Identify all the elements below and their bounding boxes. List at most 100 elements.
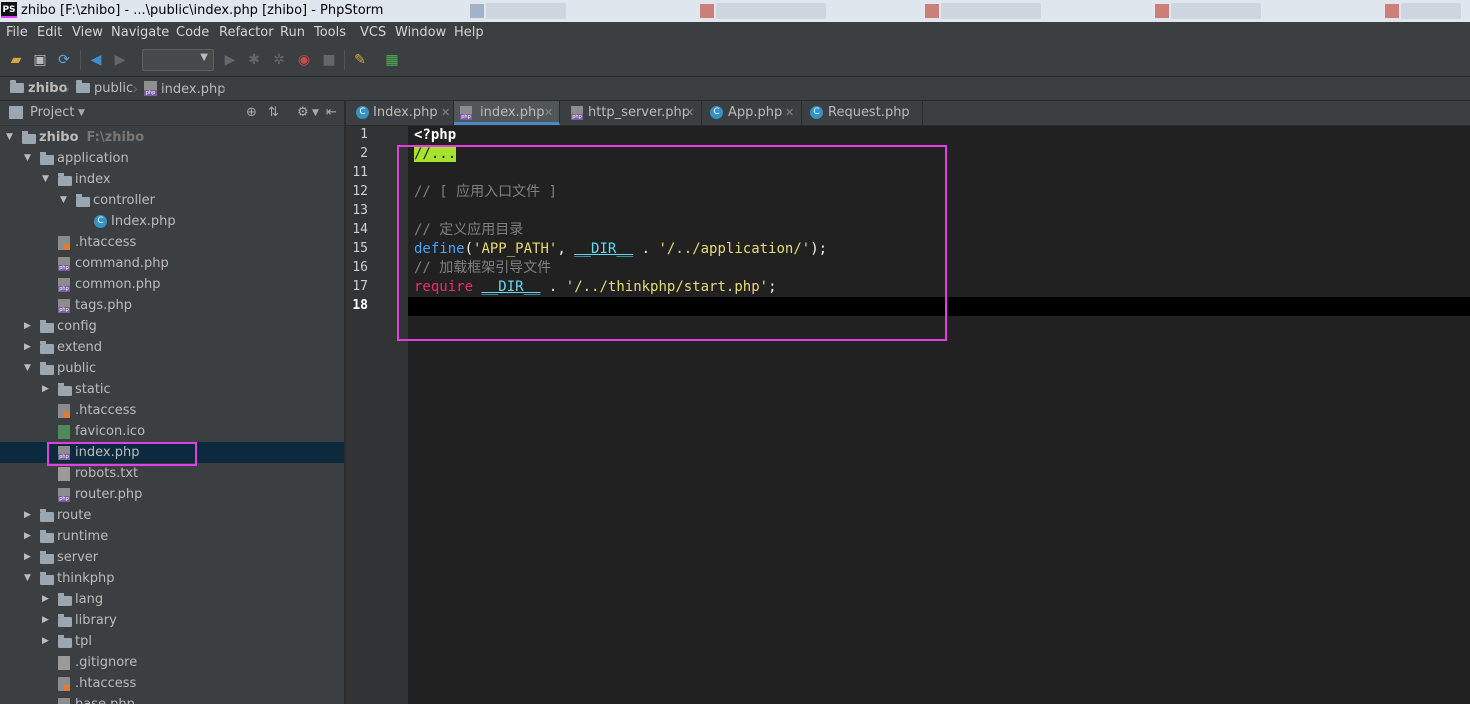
collapse-arrow-icon[interactable]: ▶	[24, 505, 31, 526]
breadcrumb-item-zhibo[interactable]: zhibo	[10, 80, 68, 96]
tree-item[interactable]: ▶ tpl	[0, 631, 344, 652]
folder-icon	[58, 614, 72, 627]
tree-item[interactable]: .htaccess	[0, 232, 344, 253]
tree-item-label: application	[57, 151, 129, 166]
tree-item[interactable]: ▼ thinkphp	[0, 568, 344, 589]
run-icon[interactable]: ▶	[222, 52, 238, 68]
menu-navigate[interactable]: Navigate	[111, 25, 169, 40]
collapse-all-icon[interactable]: ⇅	[268, 105, 279, 120]
folder-icon	[40, 551, 54, 564]
chevron-down-icon[interactable]: ▼	[312, 108, 319, 118]
breadcrumb-item-public[interactable]: public	[76, 80, 133, 96]
tree-item[interactable]: base.php	[0, 694, 344, 704]
menu-vcs[interactable]: VCS	[360, 25, 386, 40]
expand-arrow-icon[interactable]: ▼	[24, 358, 31, 379]
tree-item[interactable]: tags.php	[0, 295, 344, 316]
back-arrow-icon[interactable]: ◀	[88, 52, 104, 68]
chevron-down-icon[interactable]: ▼	[78, 108, 85, 118]
tab-index-public[interactable]: index.php ✕	[454, 101, 560, 125]
collapse-arrow-icon[interactable]: ▶	[42, 589, 49, 610]
locate-file-icon[interactable]: ⊕	[246, 105, 257, 120]
tree-item[interactable]: ▼ zhibo F:\zhibo	[0, 127, 344, 148]
tree-item[interactable]: .htaccess	[0, 400, 344, 421]
collapse-arrow-icon[interactable]: ▶	[24, 337, 31, 358]
hide-panel-icon[interactable]: ⇤	[326, 105, 337, 120]
project-structure-icon[interactable]: ▦	[384, 52, 400, 68]
tree-item[interactable]: ▶ server	[0, 547, 344, 568]
tree-item-label: .htaccess	[75, 403, 137, 418]
close-icon[interactable]: ✕	[544, 101, 553, 125]
menu-tools[interactable]: Tools	[314, 25, 346, 40]
collapse-arrow-icon[interactable]: ▶	[42, 610, 49, 631]
menu-view[interactable]: View	[72, 25, 103, 40]
tree-item[interactable]: common.php	[0, 274, 344, 295]
tree-item[interactable]: favicon.ico	[0, 421, 344, 442]
gear-icon[interactable]: ⚙	[297, 105, 309, 120]
tree-item[interactable]: robots.txt	[0, 463, 344, 484]
menu-run[interactable]: Run	[280, 25, 305, 40]
collapse-arrow-icon[interactable]: ▶	[42, 631, 49, 652]
tree-item[interactable]: ▶ library	[0, 610, 344, 631]
close-icon[interactable]: ✕	[685, 101, 694, 125]
expand-arrow-icon[interactable]: ▼	[24, 148, 31, 169]
tree-item[interactable]: .htaccess	[0, 673, 344, 694]
coverage-icon[interactable]: ✲	[271, 52, 287, 68]
tree-item[interactable]: ▼ index	[0, 169, 344, 190]
tree-item[interactable]: ▶ lang	[0, 589, 344, 610]
class-icon: C	[710, 106, 723, 119]
tab-request[interactable]: C Request.php	[802, 101, 923, 125]
open-folder-icon[interactable]: ▰	[8, 52, 24, 68]
tab-http-server[interactable]: http_server.php ✕	[561, 101, 702, 125]
close-icon[interactable]: ✕	[441, 101, 450, 125]
tree-item[interactable]: ▼ application	[0, 148, 344, 169]
tree-item[interactable]: ▶ static	[0, 379, 344, 400]
tree-item[interactable]: ▼ public	[0, 358, 344, 379]
breadcrumb-item-index-php[interactable]: index.php	[144, 81, 225, 97]
settings-wrench-icon[interactable]: ✎	[352, 52, 368, 68]
tree-item[interactable]: ▶ route	[0, 505, 344, 526]
tree-item[interactable]: .gitignore	[0, 652, 344, 673]
tree-item[interactable]: ▼ controller	[0, 190, 344, 211]
line-number: 11	[352, 165, 368, 180]
tree-item[interactable]: index.php	[0, 442, 344, 463]
run-configuration-select[interactable]: ▼	[142, 49, 214, 71]
stop-icon[interactable]: ■	[321, 52, 337, 68]
tree-item[interactable]: ▶ config	[0, 316, 344, 337]
save-icon[interactable]: ▣	[32, 52, 48, 68]
menu-file[interactable]: File	[6, 25, 28, 40]
folder-icon	[58, 593, 72, 606]
menu-code[interactable]: Code	[176, 25, 209, 40]
background-tab	[1171, 3, 1261, 19]
menu-refactor[interactable]: Refactor	[219, 25, 274, 40]
tree-item[interactable]: command.php	[0, 253, 344, 274]
project-panel-title[interactable]: Project	[30, 105, 74, 120]
expand-arrow-icon[interactable]: ▼	[60, 190, 67, 211]
debug-icon[interactable]: ✱	[246, 52, 262, 68]
collapse-arrow-icon[interactable]: ▶	[42, 379, 49, 400]
collapse-arrow-icon[interactable]: ▶	[24, 316, 31, 337]
collapse-arrow-icon[interactable]: ▶	[24, 547, 31, 568]
tab-index-controller[interactable]: C Index.php ✕	[352, 101, 454, 125]
tree-item[interactable]: ▶ extend	[0, 337, 344, 358]
tree-item[interactable]: C Index.php	[0, 211, 344, 232]
tree-item-path-hint: F:\zhibo	[86, 130, 145, 145]
menu-window[interactable]: Window	[395, 25, 446, 40]
code-editor[interactable]: <?php //... // [ 应用入口文件 ] // 定义应用目录 defi…	[408, 126, 1470, 704]
expand-arrow-icon[interactable]: ▼	[24, 568, 31, 589]
tree-item[interactable]: router.php	[0, 484, 344, 505]
menu-help[interactable]: Help	[454, 25, 484, 40]
collapse-arrow-icon[interactable]: ▶	[24, 526, 31, 547]
tab-app[interactable]: C App.php ✕	[702, 101, 802, 125]
close-icon[interactable]: ✕	[785, 101, 794, 125]
tree-item-label: library	[75, 613, 117, 628]
sync-icon[interactable]: ⟳	[56, 52, 72, 68]
tree-item[interactable]: ▶ runtime	[0, 526, 344, 547]
folded-comment[interactable]: //...	[414, 146, 457, 162]
tab-label: Request.php	[828, 105, 910, 120]
profile-icon[interactable]: ◉	[296, 52, 312, 68]
line-number-current: 18	[352, 298, 368, 313]
expand-arrow-icon[interactable]: ▼	[6, 127, 13, 148]
menu-edit[interactable]: Edit	[37, 25, 62, 40]
forward-arrow-icon[interactable]: ▶	[112, 52, 128, 68]
expand-arrow-icon[interactable]: ▼	[42, 169, 49, 190]
